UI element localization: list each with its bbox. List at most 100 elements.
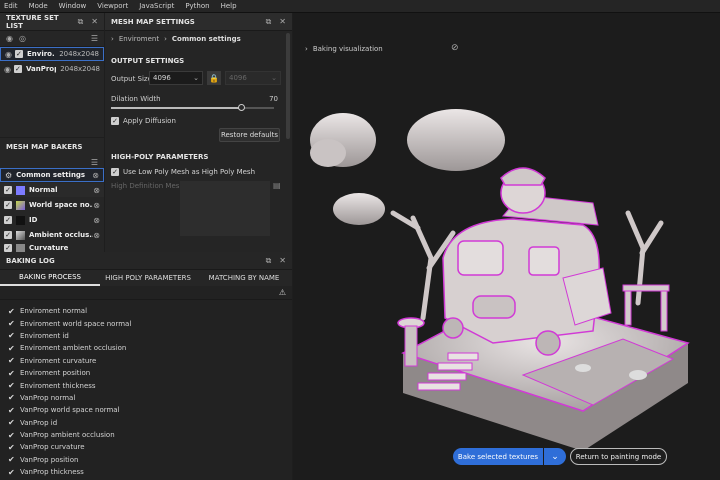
high-def-meshes-list[interactable]	[180, 181, 270, 236]
texture-set-resolution: 2048x2048	[60, 65, 100, 73]
tab-baking-process[interactable]: BAKING PROCESS	[0, 270, 100, 286]
menu-javascript[interactable]: JavaScript	[139, 2, 174, 10]
checkbox[interactable]: ✓	[111, 168, 119, 176]
checkmark-icon: ✔	[8, 343, 15, 353]
log-entry: ✔ Enviroment id	[8, 330, 292, 342]
log-entry-text: VanProp thickness	[20, 468, 84, 477]
checkbox[interactable]: ✓	[111, 117, 119, 125]
float-panel-icon[interactable]: ⧉	[266, 256, 272, 266]
log-entry: ✔ VanProp normal	[8, 392, 292, 404]
baker-item-id[interactable]: ✓ ID ⊗	[0, 213, 104, 227]
bake-settings-icon[interactable]: ⊗	[93, 231, 100, 240]
dilation-value[interactable]: 70	[269, 95, 278, 103]
return-button-label: Return to painting mode	[575, 452, 662, 461]
bake-options-dropdown[interactable]: ⌄	[544, 448, 566, 465]
cloud-center	[407, 109, 505, 171]
dilation-slider-handle[interactable]	[238, 104, 246, 111]
warning-icon[interactable]: ⚠	[279, 288, 286, 297]
baker-name: Curvature	[29, 244, 69, 252]
dilation-slider-track[interactable]	[111, 104, 274, 111]
list-menu-icon[interactable]: ☰	[91, 34, 98, 43]
output-size-value: 4096	[153, 74, 171, 82]
bake-settings-icon[interactable]: ⊗	[92, 171, 99, 180]
menu-window[interactable]: Window	[59, 2, 87, 10]
baker-name: ID	[29, 216, 38, 224]
world-normal-swatch	[16, 200, 25, 210]
lock-button[interactable]: 🔒	[207, 71, 221, 85]
texture-set-resolution: 2048x2048	[59, 50, 99, 58]
checkmark-icon: ✔	[8, 467, 15, 477]
baker-item-curvature[interactable]: ✓ Curvature	[0, 243, 104, 252]
log-entry-text: Enviroment id	[20, 331, 69, 340]
menu-edit[interactable]: Edit	[4, 2, 18, 10]
file-icon[interactable]: ▤	[273, 181, 281, 190]
log-entry-text: VanProp ambient occlusion	[20, 431, 115, 440]
baker-item-ambient-occlusion[interactable]: ✓ Ambient occlus... ⊗	[0, 228, 104, 242]
breadcrumb-item[interactable]: Enviroment	[119, 35, 159, 43]
normal-swatch	[16, 185, 25, 195]
baker-item-common-settings[interactable]: ⚙ Common settings ⊗	[0, 168, 104, 182]
panel-title: TEXTURE SET LIST	[6, 13, 59, 30]
dilation-slider-fill	[111, 107, 242, 109]
log-entry-text: Enviroment thickness	[20, 381, 96, 390]
bake-settings-icon[interactable]: ⊗	[93, 201, 100, 210]
close-icon[interactable]: ✕	[279, 17, 286, 26]
close-icon[interactable]: ✕	[279, 256, 286, 265]
viewport-3d[interactable]: › Baking visualization ⊘ Bake selected t…	[293, 13, 720, 480]
checkmark-icon: ✔	[8, 331, 15, 341]
baking-log-list: ✔ Enviroment normal ✔ Enviroment world spa…	[0, 300, 292, 478]
log-entry-text: Enviroment position	[20, 369, 91, 378]
log-entry: ✔ Enviroment thickness	[8, 379, 292, 391]
checkbox[interactable]: ✓	[4, 186, 12, 194]
cloud-small	[333, 193, 385, 225]
checkbox[interactable]: ✓	[4, 231, 12, 239]
mesh-map-settings-header: MESH MAP SETTINGS ⧉ ✕	[105, 13, 292, 31]
checkbox[interactable]: ✓	[13, 65, 22, 73]
menu-mode[interactable]: Mode	[29, 2, 48, 10]
visibility-icon[interactable]: ◉	[6, 34, 13, 43]
bake-selected-textures-button[interactable]: Bake selected textures	[453, 448, 543, 465]
float-panel-icon[interactable]: ⧉	[78, 17, 84, 27]
section-title: OUTPUT SETTINGS	[111, 57, 185, 65]
baker-item-world-space-normal[interactable]: ✓ World space no... ⊗	[0, 198, 104, 212]
return-to-painting-mode-button[interactable]: Return to painting mode	[570, 448, 667, 465]
checkmark-icon: ✔	[8, 418, 15, 428]
log-entry-text: Enviroment world space normal	[20, 319, 132, 328]
bake-settings-icon[interactable]: ⊗	[93, 216, 100, 225]
tab-high-poly-parameters[interactable]: HIGH POLY PARAMETERS	[100, 271, 196, 285]
breadcrumb-item[interactable]: Common settings	[172, 35, 241, 43]
checkbox[interactable]: ✓	[4, 201, 12, 209]
use-low-poly-label: Use Low Poly Mesh as High Poly Mesh	[123, 168, 256, 176]
menu-viewport[interactable]: Viewport	[97, 2, 128, 10]
checkmark-icon: ✔	[8, 381, 15, 391]
apply-diffusion-toggle[interactable]: ✓ Apply Diffusion	[111, 117, 176, 125]
curvature-swatch	[16, 243, 25, 252]
baker-item-normal[interactable]: ✓ Normal ⊗	[0, 183, 104, 197]
tab-matching-by-name[interactable]: MATCHING BY NAME	[196, 271, 292, 285]
section-title: HIGH-POLY PARAMETERS	[111, 153, 209, 161]
texture-set-item[interactable]: ◉ ✓ VanProp 2048x2048	[0, 62, 104, 76]
texture-set-item[interactable]: ◉ ✓ Enviro... 2048x2048	[0, 47, 104, 61]
checkbox[interactable]: ✓	[4, 244, 12, 252]
use-low-poly-toggle[interactable]: ✓ Use Low Poly Mesh as High Poly Mesh	[111, 168, 255, 176]
restore-defaults-button[interactable]: Restore defaults	[219, 128, 280, 142]
texture-set-name: Enviro...	[26, 50, 55, 58]
eye-icon[interactable]: ◉	[4, 65, 11, 74]
breadcrumb: › Enviroment › Common settings	[105, 31, 292, 47]
log-entry-text: VanProp world space normal	[20, 406, 120, 415]
list-menu-icon[interactable]: ☰	[91, 158, 98, 167]
baking-log-panel: BAKING LOG ⧉ ✕ BAKING PROCESS HIGH POLY …	[0, 252, 292, 480]
checkbox[interactable]: ✓	[4, 216, 12, 224]
float-panel-icon[interactable]: ⧉	[266, 17, 272, 27]
checkbox[interactable]: ✓	[14, 50, 23, 58]
chevron-right-icon: ›	[164, 35, 167, 43]
texture-set-list-panel: TEXTURE SET LIST ⧉ ✕ ◉ ◎ ☰ ◉ ✓ Enviro...…	[0, 13, 104, 137]
eye-icon[interactable]: ◉	[5, 50, 12, 59]
visibility-all-icon[interactable]: ◎	[19, 34, 26, 43]
menu-help[interactable]: Help	[221, 2, 237, 10]
bake-settings-icon[interactable]: ⊗	[93, 186, 100, 195]
close-icon[interactable]: ✕	[91, 17, 98, 26]
output-size-select[interactable]: 4096 ⌄	[149, 71, 203, 85]
menu-python[interactable]: Python	[185, 2, 209, 10]
scrollbar[interactable]	[286, 33, 290, 139]
